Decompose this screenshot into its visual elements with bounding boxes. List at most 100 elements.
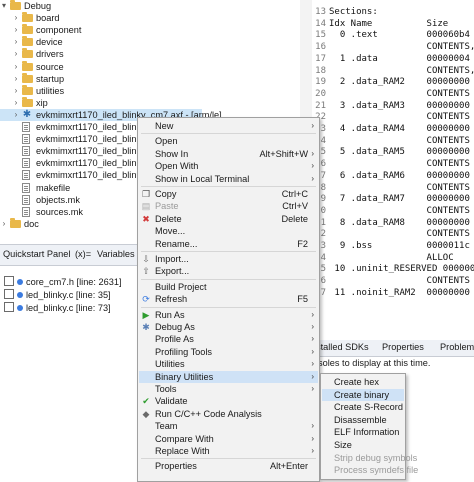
menu-item-open-with[interactable]: Open With ›	[139, 160, 318, 172]
menu-item-paste[interactable]: ▤ Paste Ctrl+V	[139, 200, 318, 212]
chevron-right-icon[interactable]: ›	[12, 73, 20, 85]
breakpoint-row[interactable]: led_blinky.c [line: 73]	[4, 302, 111, 314]
submenu-item-create-s-record[interactable]: Create S-Record	[322, 401, 404, 414]
submenu-item-elf-information[interactable]: ELF Information	[322, 426, 404, 439]
tree-item[interactable]: › utilities	[0, 84, 300, 97]
line-text: 2 .data_RAM2 00000000	[329, 77, 470, 88]
breakpoint-row[interactable]: led_blinky.c [line: 35]	[4, 289, 111, 301]
menu-item-profiling-tools[interactable]: Profiling Tools ›	[139, 346, 318, 358]
menu-item-run-as[interactable]: ▶ Run As ›	[139, 309, 318, 321]
breakpoint-icon	[17, 305, 23, 311]
menu-item-debug-as[interactable]: ✱ Debug As ›	[139, 321, 318, 333]
menu-item-tools[interactable]: Tools ›	[139, 383, 318, 395]
menu-item-move[interactable]: Move...	[139, 225, 318, 237]
chevron-right-icon[interactable]: ›	[12, 48, 20, 60]
menu-item-profile-as[interactable]: Profile As ›	[139, 333, 318, 345]
line-text: 10 .uninit_RESERVED 00000000	[329, 264, 474, 275]
tree-item-label: xip	[36, 97, 48, 108]
tab-properties[interactable]: Properties	[382, 342, 424, 352]
line-text: ALLOC	[329, 252, 454, 263]
submenu-item-label: Disassemble	[334, 414, 387, 425]
menu-item-label: Open With	[155, 161, 199, 172]
line-number: 19	[315, 77, 326, 88]
menu-item-new[interactable]: New ›	[139, 120, 318, 132]
menu-item-compare-with[interactable]: Compare With ›	[139, 433, 318, 445]
line-text: 5 .data_RAM5 00000000	[329, 147, 470, 158]
submenu-item-create-binary[interactable]: Create binary	[322, 388, 404, 402]
tab-problems[interactable]: Problems	[440, 342, 474, 352]
menu-item-binary-utilities[interactable]: Binary Utilities ›	[139, 370, 318, 383]
menu-item-show-in[interactable]: Show In Alt+Shift+W ›	[139, 148, 318, 160]
menu-item-build-project[interactable]: Build Project	[139, 281, 318, 293]
menu-item-team[interactable]: Team ›	[139, 420, 318, 432]
tree-item[interactable]: › drivers	[0, 48, 300, 60]
line-text: 11 .noinit_RAM2 00000000	[329, 287, 470, 298]
menu-item-refresh[interactable]: ⟳ Refresh F5	[139, 293, 318, 305]
menu-item-export[interactable]: ⇧ Export...	[139, 265, 318, 277]
chevron-right-icon[interactable]: ›	[12, 12, 20, 24]
chevron-right-icon[interactable]: ›	[12, 109, 20, 121]
menu-item-run-c-c-code-analysis[interactable]: ◆ Run C/C++ Code Analysis	[139, 408, 318, 420]
breakpoint-row[interactable]: core_cm7.h [line: 2631]	[4, 276, 122, 288]
menu-item-label: Replace With	[155, 446, 210, 456]
menu-item-validate[interactable]: ✔ Validate	[139, 395, 318, 407]
menu-separator	[141, 251, 316, 252]
binary-file-icon: ✱	[22, 108, 32, 120]
menu-item-show-in-local-terminal[interactable]: Show in Local Terminal ›	[139, 173, 318, 185]
menu-item-label: Properties	[155, 461, 197, 472]
menu-item-label: Run C/C++ Code Analysis	[155, 408, 262, 419]
menu-item-replace-with[interactable]: Replace With ›	[139, 445, 318, 457]
breakpoint-checkbox[interactable]	[4, 276, 14, 286]
file-icon	[22, 194, 30, 205]
tree-item[interactable]: › board	[0, 12, 300, 24]
chevron-right-icon[interactable]: ›	[12, 61, 20, 73]
menu-item-label: Paste	[155, 201, 179, 212]
submenu-item-strip-debug-symbols[interactable]: Strip debug symbols	[322, 452, 417, 465]
menu-item-shortcut: Alt+Enter	[269, 461, 308, 472]
submenu-item-create-hex[interactable]: Create hex	[322, 376, 404, 389]
refresh-icon: ⟳	[142, 294, 150, 305]
chevron-down-icon[interactable]: ▾	[0, 0, 8, 12]
run-icon: ▶	[142, 309, 150, 320]
menu-item-rename[interactable]: Rename... F2	[139, 238, 318, 250]
submenu-arrow-icon: ›	[311, 346, 314, 356]
line-number: 15	[315, 30, 326, 41]
menu-item-label: Open	[155, 136, 178, 147]
chevron-right-icon[interactable]: ›	[12, 36, 20, 48]
tree-item[interactable]: › source	[0, 60, 300, 73]
submenu-item-disassemble[interactable]: Disassemble	[322, 414, 404, 427]
line-text: 1 .data 00000004	[329, 53, 470, 64]
tab-variables[interactable]: Variables	[97, 249, 135, 259]
chevron-right-icon[interactable]: ›	[12, 24, 20, 36]
menu-item-copy[interactable]: ❐ Copy Ctrl+C	[139, 188, 318, 200]
menu-item-open[interactable]: Open	[139, 135, 318, 147]
submenu-item-label: Size	[334, 440, 352, 450]
tree-item-label: startup	[36, 73, 65, 84]
breakpoint-checkbox[interactable]	[4, 289, 14, 299]
breakpoint-checkbox[interactable]	[4, 302, 14, 312]
chevron-right-icon[interactable]: ›	[0, 218, 8, 230]
tree-item[interactable]: ▾ Debug	[0, 0, 300, 12]
submenu-item-label: ELF Information	[334, 427, 400, 438]
tree-item[interactable]: › device	[0, 36, 300, 48]
tree-item[interactable]: › startup	[0, 72, 300, 85]
line-text: 8 .data_RAM8 00000000	[329, 217, 470, 228]
menu-separator	[141, 133, 316, 135]
tree-item[interactable]: › xip	[0, 96, 300, 109]
tab-installed-sdks[interactable]: stalled SDKs	[316, 342, 369, 352]
line-text: CONTENTS	[329, 205, 470, 216]
menu-item-import[interactable]: ⇩ Import...	[139, 253, 318, 265]
menu-item-shortcut: Alt+Shift+W	[259, 148, 308, 159]
tree-item[interactable]: › component	[0, 24, 300, 36]
submenu-item-size[interactable]: Size	[322, 439, 404, 452]
menu-item-delete[interactable]: ✖ Delete Delete	[139, 213, 318, 225]
submenu-item-process-symdefs-file[interactable]: Process symdefs file	[322, 464, 418, 477]
chevron-right-icon[interactable]: ›	[12, 85, 20, 97]
tree-item-label: source	[36, 61, 64, 72]
tab-quickstart-panel[interactable]: Quickstart Panel	[3, 249, 70, 259]
line-number: 16	[315, 42, 326, 53]
menu-item-properties[interactable]: Properties Alt+Enter	[139, 460, 318, 472]
chevron-right-icon[interactable]: ›	[12, 97, 20, 109]
paste-icon: ▤	[141, 201, 151, 212]
menu-item-utilities[interactable]: Utilities ›	[139, 358, 318, 370]
